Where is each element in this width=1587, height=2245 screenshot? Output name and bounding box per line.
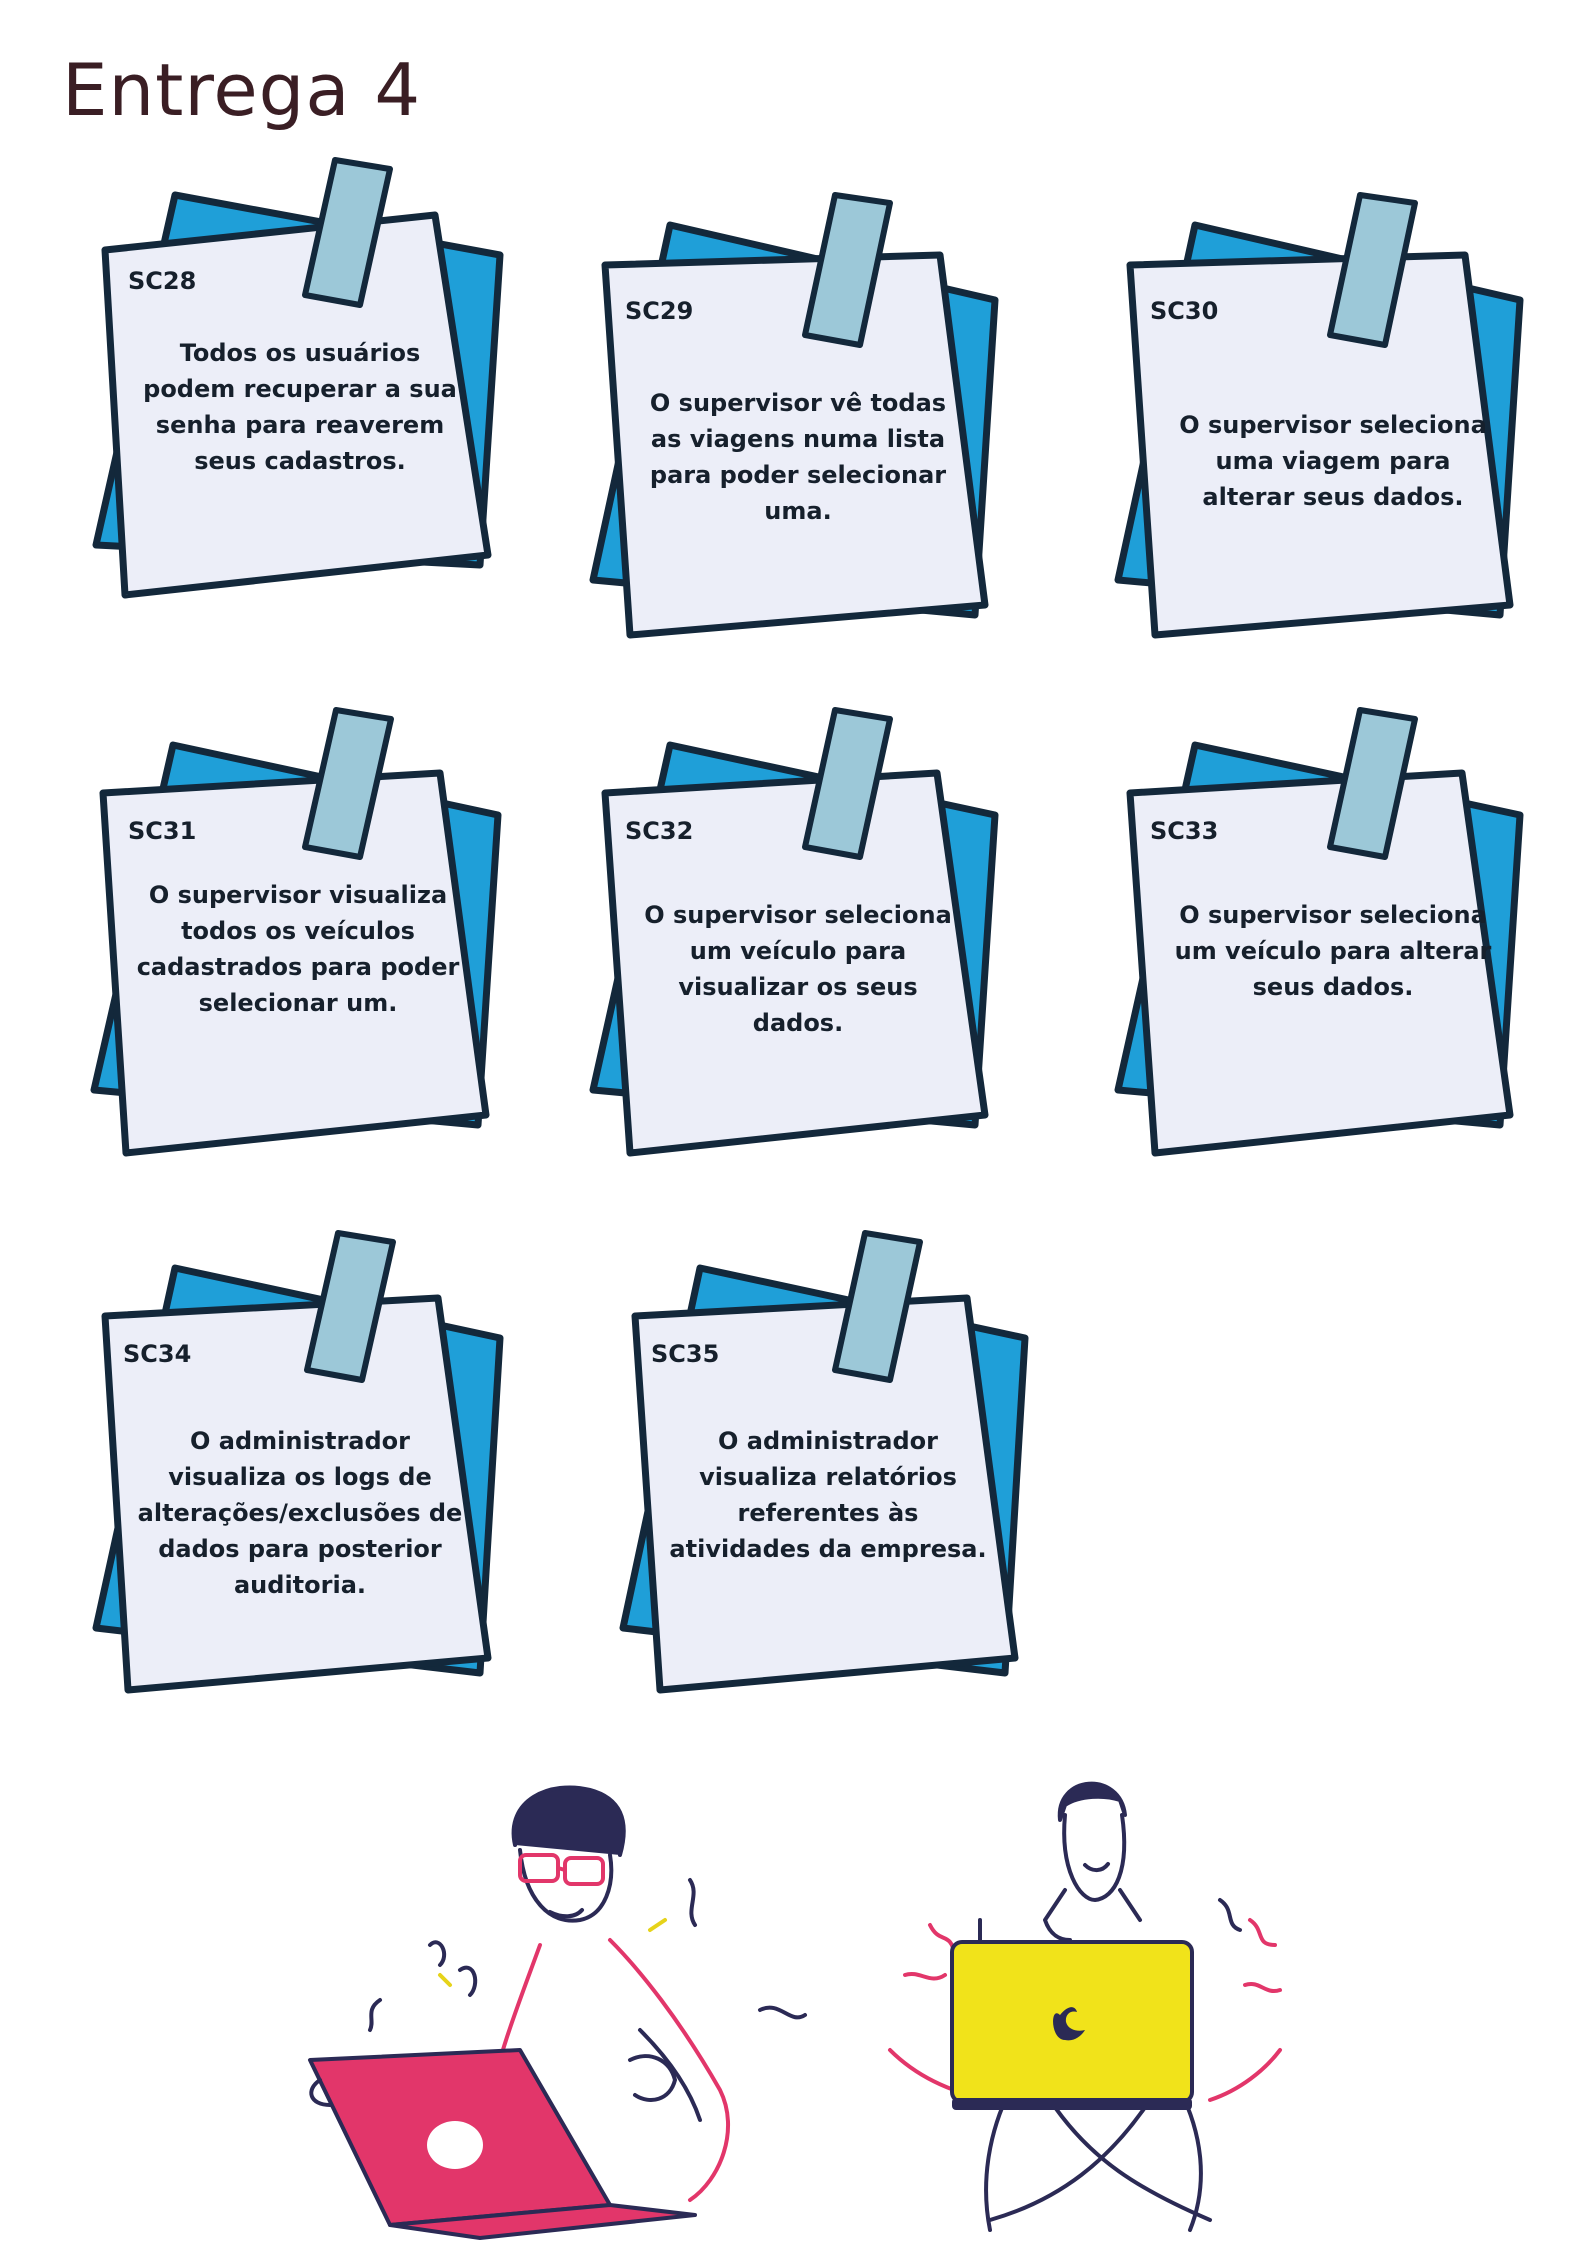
note-code: SC33: [1150, 817, 1219, 845]
note-code: SC29: [625, 297, 694, 325]
note-text: O supervisor seleciona uma viagem para a…: [1179, 411, 1487, 511]
note-code: SC34: [123, 1340, 192, 1368]
note-code: SC32: [625, 817, 694, 845]
note-code: SC35: [651, 1340, 720, 1368]
note-sc30: SC30 O supervisor seleciona uma viagem p…: [1110, 185, 1530, 685]
note-sc34: SC34 O administrador visualiza os logs d…: [90, 1228, 510, 1728]
note-sc35: SC35 O administrador visualiza relatório…: [615, 1228, 1035, 1728]
note-sc29: SC29 O supervisor vê todas as viagens nu…: [585, 185, 1005, 685]
note-sc31: SC31 O supervisor visualiza todos os veí…: [88, 705, 508, 1205]
note-sc28: SC28 Todos os usuários podem recuperar a…: [90, 155, 510, 655]
page-title: Entrega 4: [62, 48, 422, 132]
note-text: O supervisor visualiza todos os veículos…: [136, 881, 460, 1017]
laptop-left-icon: [308, 2048, 697, 2240]
note-text: O administrador visualiza relatórios ref…: [669, 1427, 987, 1563]
note-text: Todos os usuários podem recuperar a sua …: [143, 339, 457, 475]
note-sc33: SC33 O supervisor seleciona um veículo p…: [1110, 705, 1530, 1205]
note-text: O supervisor seleciona um veículo para a…: [1174, 901, 1492, 1001]
note-sc32: SC32 O supervisor seleciona um veículo p…: [585, 705, 1005, 1205]
laptop-right-icon: [950, 1940, 1194, 2110]
note-text: O supervisor vê todas as viagens numa li…: [649, 389, 947, 525]
note-code: SC31: [128, 817, 197, 845]
note-text: O supervisor seleciona um veículo para v…: [644, 901, 952, 1037]
note-code: SC28: [128, 267, 197, 295]
people-with-laptops-illustration: [308, 1781, 1282, 2240]
note-text: O administrador visualiza os logs de alt…: [137, 1427, 463, 1599]
note-code: SC30: [1150, 297, 1219, 325]
